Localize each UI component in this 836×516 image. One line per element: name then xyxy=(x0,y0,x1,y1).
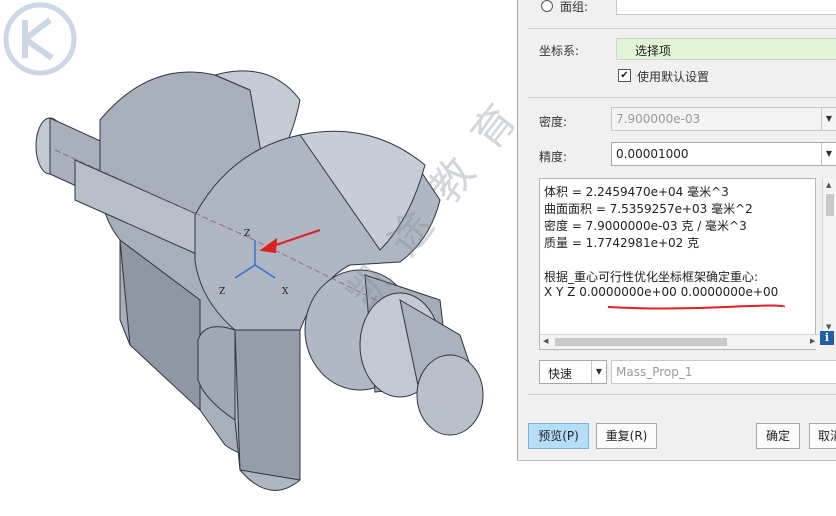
separator xyxy=(528,97,836,98)
face-group-radio[interactable] xyxy=(541,0,553,12)
coord-system-selector[interactable]: 选择项 xyxy=(616,38,836,60)
scroll-thumb[interactable] xyxy=(826,194,834,216)
chevron-down-icon: ▼ xyxy=(821,108,836,130)
face-group-field[interactable] xyxy=(616,0,836,15)
mode-dropdown[interactable]: 快速 ▼ xyxy=(539,360,607,384)
info-icon[interactable]: i xyxy=(820,331,834,345)
face-group-label: 面组: xyxy=(560,0,589,14)
result-mass: 质量 = 1.7742981e+02 克 xyxy=(544,236,700,250)
scroll-left-icon[interactable]: ◀ xyxy=(543,337,548,345)
precision-input[interactable]: 0.00001000 ▼ xyxy=(611,142,836,166)
use-default-checkbox[interactable]: ✔ xyxy=(618,69,631,82)
result-volume: 体积 = 2.2459470e+04 毫米^3 xyxy=(544,185,729,199)
mass-properties-panel: 面组: 坐标系: 选择项 ✔ 使用默认设置 密度: 7.900000e-03 ▼… xyxy=(517,0,836,460)
red-underline xyxy=(607,304,786,310)
feature-name-field[interactable]: Mass_Prop_1 xyxy=(611,360,836,384)
scroll-thumb[interactable] xyxy=(555,338,727,346)
use-default-label: 使用默认设置 xyxy=(637,70,710,84)
scroll-down-icon[interactable]: ▼ xyxy=(826,323,831,331)
horizontal-scrollbar[interactable]: ◀ ▶ xyxy=(540,334,822,349)
watermark-logo xyxy=(3,2,77,76)
triad-x-label: X xyxy=(282,287,289,297)
triad-z-label: Z xyxy=(244,229,250,239)
cancel-button[interactable]: 取消 xyxy=(809,423,836,449)
density-input[interactable]: 7.900000e-03 ▼ xyxy=(611,107,836,131)
coord-system-label: 坐标系: xyxy=(539,44,580,58)
result-density: 密度 = 7.9000000e-03 克 / 毫米^3 xyxy=(544,219,747,233)
chevron-down-icon: ▼ xyxy=(821,143,836,165)
preview-button[interactable]: 预览(P) xyxy=(528,423,589,449)
chevron-down-icon: ▼ xyxy=(591,361,606,383)
result-surface-area: 曲面面积 = 7.5359257e+03 毫米^2 xyxy=(544,202,753,216)
ok-button[interactable]: 确定 xyxy=(756,423,800,449)
separator xyxy=(528,28,836,29)
vertical-scrollbar[interactable]: ▲ ▼ xyxy=(822,179,836,334)
separator xyxy=(528,394,836,395)
scroll-up-icon[interactable]: ▲ xyxy=(826,181,831,189)
repeat-button[interactable]: 重复(R) xyxy=(596,423,657,449)
panel-border xyxy=(517,460,836,461)
result-centroid-xyz: X Y Z 0.0000000e+00 0.0000000e+00 xyxy=(544,285,779,299)
density-value: 7.900000e-03 xyxy=(616,112,701,126)
results-textbox[interactable]: 体积 = 2.2459470e+04 毫米^3 曲面面积 = 7.5359257… xyxy=(539,178,836,350)
model-viewport[interactable]: Z Z X 凯 途 教 育 xyxy=(0,0,530,516)
triad-y-label: Z xyxy=(219,287,225,297)
scroll-right-icon[interactable]: ▶ xyxy=(810,337,815,345)
precision-value: 0.00001000 xyxy=(616,147,689,161)
mode-value: 快速 xyxy=(548,367,573,381)
density-label: 密度: xyxy=(539,115,568,129)
precision-label: 精度: xyxy=(539,150,568,164)
result-centroid-heading: 根据_重心可行性优化坐标框架确定重心: xyxy=(544,270,759,284)
